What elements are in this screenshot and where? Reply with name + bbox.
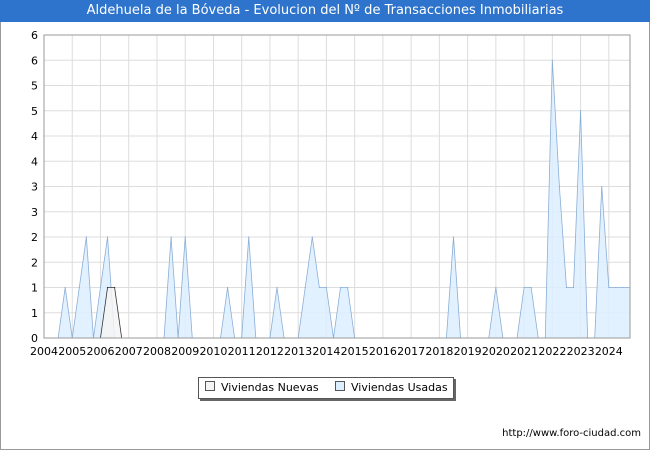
- x-tick-label: 2012: [256, 345, 284, 358]
- y-tick-label: 4: [31, 130, 38, 143]
- x-tick-label: 2019: [454, 345, 482, 358]
- series-usadas-area-point: [346, 286, 349, 289]
- x-tick-label: 2016: [369, 345, 397, 358]
- series-nuevas-area-point: [114, 286, 116, 289]
- series-usadas-area-point: [558, 185, 560, 188]
- x-tick-label: 2024: [595, 345, 623, 358]
- x-tick-label: 2017: [397, 345, 425, 358]
- x-tick-label: 2018: [425, 345, 453, 358]
- legend-swatch-nuevas: [205, 381, 215, 391]
- y-tick-label: 6: [31, 29, 38, 42]
- series-usadas-area-point: [64, 286, 66, 289]
- legend: Viviendas Nuevas Viviendas Usadas: [198, 377, 454, 399]
- series-usadas-area-point: [601, 185, 603, 188]
- series-usadas-area-point: [579, 110, 582, 112]
- legend-swatch-usadas: [335, 381, 345, 391]
- x-tick-label: 2007: [115, 345, 143, 358]
- series-usadas-area-point: [530, 286, 532, 289]
- y-tick-label: 1: [31, 307, 38, 320]
- series-usadas-area-point: [304, 286, 306, 289]
- series-usadas-area-point: [572, 286, 575, 289]
- x-tick-label: 2013: [284, 345, 312, 358]
- series-usadas-area-point: [106, 236, 109, 238]
- y-tick-label: 5: [31, 80, 38, 93]
- series-usadas-area-point: [276, 286, 278, 289]
- legend-label-usadas: Viviendas Usadas: [351, 381, 448, 394]
- series-usadas-area-point: [248, 236, 250, 238]
- x-tick-label: 2015: [341, 345, 369, 358]
- x-tick-label: 2010: [199, 345, 227, 358]
- y-tick-label: 6: [31, 54, 38, 67]
- series-usadas-area-point: [99, 286, 102, 289]
- footer-url: http://www.foro-ciudad.com: [502, 428, 641, 439]
- series-usadas-area-point: [495, 286, 497, 289]
- x-tick-label: 2023: [567, 345, 595, 358]
- y-tick-label: 5: [31, 105, 38, 118]
- series-usadas-area-point: [85, 236, 87, 238]
- legend-label-nuevas: Viviendas Nuevas: [221, 381, 319, 394]
- x-tick-label: 2021: [510, 345, 538, 358]
- series-usadas-area-point: [78, 286, 80, 289]
- x-tick-label: 2014: [312, 345, 340, 358]
- series-usadas-area-point: [339, 286, 342, 289]
- y-tick-label: 4: [31, 155, 38, 168]
- series-usadas-area-point: [226, 286, 229, 289]
- series-usadas-area-point: [325, 286, 328, 289]
- series-usadas-area-point: [615, 286, 617, 289]
- x-tick-label: 2022: [538, 345, 566, 358]
- series-usadas-area-point: [452, 236, 455, 238]
- series-usadas-area-point: [318, 286, 320, 289]
- x-tick-label: 2005: [58, 345, 86, 358]
- series-usadas-area-point: [170, 236, 172, 238]
- series-usadas-area-point: [184, 236, 186, 238]
- y-tick-label: 1: [31, 282, 38, 295]
- series-usadas-area-point: [523, 286, 525, 289]
- y-tick-label: 2: [31, 231, 38, 244]
- y-tick-label: 2: [31, 256, 38, 269]
- series-nuevas-area-point: [106, 286, 109, 289]
- x-tick-label: 2020: [482, 345, 510, 358]
- series-usadas-area-point: [551, 59, 553, 61]
- x-tick-label: 2004: [30, 345, 58, 358]
- series-usadas-area-point: [608, 286, 610, 289]
- y-tick-label: 3: [31, 206, 38, 219]
- x-tick-label: 2011: [228, 345, 256, 358]
- x-tick-label: 2008: [143, 345, 171, 358]
- y-tick-label: 0: [31, 332, 38, 345]
- x-tick-label: 2006: [86, 345, 114, 358]
- y-tick-label: 3: [31, 181, 38, 194]
- series-usadas-area-point: [311, 236, 313, 238]
- x-tick-label: 2009: [171, 345, 199, 358]
- series-usadas-area-point: [565, 286, 568, 289]
- series-usadas-area-point: [622, 286, 624, 289]
